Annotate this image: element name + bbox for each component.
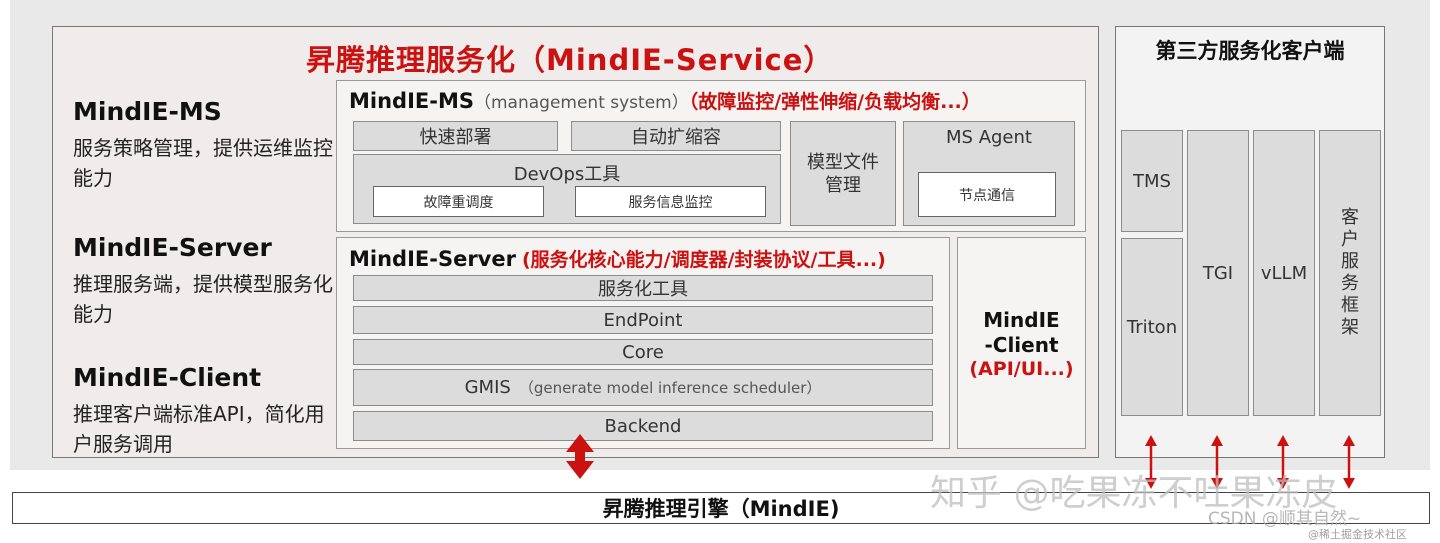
server-engine-arrow — [566, 434, 594, 479]
juejin-watermark: @稀土掘金技术社区 — [1308, 528, 1407, 541]
arrows-layer — [566, 434, 1355, 489]
